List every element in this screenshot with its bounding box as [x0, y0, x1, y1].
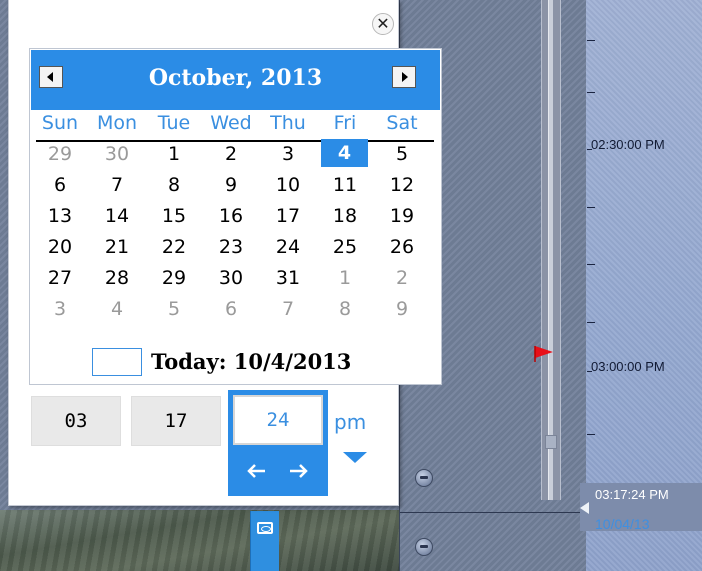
timeline-tick — [587, 40, 595, 41]
day-cell[interactable]: 8 — [319, 295, 371, 323]
close-button[interactable]: ✕ — [372, 13, 394, 35]
day-cell[interactable]: 8 — [148, 171, 200, 199]
seconds-panel: 24 — [228, 390, 328, 496]
day-cell[interactable]: 15 — [148, 202, 200, 230]
day-cell[interactable]: 7 — [91, 171, 143, 199]
scroll-up-icon[interactable] — [415, 538, 433, 556]
cursor-date-label: 10/04/13 — [595, 516, 650, 532]
day-cell[interactable]: 6 — [34, 171, 86, 199]
day-cell[interactable]: 17 — [262, 202, 314, 230]
day-cell[interactable]: 7 — [262, 295, 314, 323]
camera-button[interactable] — [250, 511, 279, 571]
day-cell[interactable]: 28 — [91, 264, 143, 292]
day-cell[interactable]: 23 — [205, 233, 257, 261]
scrollbar-thumb[interactable] — [545, 435, 557, 449]
timeline-label: 03:00:00 PM — [587, 359, 665, 374]
timeline-tick — [587, 207, 595, 208]
timeline-tick — [587, 264, 595, 265]
ampm-label[interactable]: pm — [334, 410, 366, 434]
day-cell[interactable]: 22 — [148, 233, 200, 261]
hours-field[interactable]: 03 — [31, 396, 121, 446]
day-cell[interactable]: 3 — [262, 140, 314, 168]
scroll-down-icon[interactable] — [415, 469, 433, 487]
increment-button[interactable] — [288, 460, 310, 482]
calendar-header: October, 2013 — [31, 50, 440, 110]
day-cell[interactable]: 6 — [205, 295, 257, 323]
timeline-label: 02:30:00 PM — [587, 137, 665, 152]
minutes-field[interactable]: 17 — [131, 396, 221, 446]
month-title: October, 2013 — [148, 65, 323, 91]
today-link[interactable]: Today: 10/4/2013 — [151, 349, 351, 374]
close-icon: ✕ — [376, 14, 390, 33]
day-cell[interactable]: 1 — [319, 264, 371, 292]
timeline-tick — [587, 92, 595, 93]
day-cell[interactable]: 16 — [205, 202, 257, 230]
day-cell[interactable]: 2 — [205, 140, 257, 168]
selected-day[interactable]: 4 — [321, 139, 368, 167]
weekday-label: Fri — [333, 112, 357, 134]
arrow-left-icon — [247, 464, 265, 478]
day-cell[interactable]: 27 — [34, 264, 86, 292]
day-cell[interactable]: 2 — [376, 264, 428, 292]
arrow-right-icon — [402, 72, 408, 82]
timeline-scrollbar[interactable] — [541, 0, 561, 500]
marker-flag-icon[interactable] — [533, 344, 555, 364]
day-cell[interactable]: 14 — [91, 202, 143, 230]
weekday-label: Thu — [270, 112, 306, 134]
seconds-field[interactable]: 24 — [233, 395, 323, 445]
cursor-time-label: 03:17:24 PM — [595, 487, 669, 502]
chevron-down-icon[interactable] — [343, 452, 367, 463]
day-cell[interactable]: 5 — [148, 295, 200, 323]
day-cell[interactable]: 26 — [376, 233, 428, 261]
weekday-label: Sun — [41, 112, 79, 134]
next-month-button[interactable] — [392, 66, 416, 88]
day-cell[interactable]: 18 — [319, 202, 371, 230]
day-cell[interactable]: 29 — [148, 264, 200, 292]
day-cell[interactable]: 10 — [262, 171, 314, 199]
day-cell[interactable]: 25 — [319, 233, 371, 261]
day-cell[interactable]: 19 — [376, 202, 428, 230]
day-cell[interactable]: 13 — [34, 202, 86, 230]
day-cell[interactable]: 12 — [376, 171, 428, 199]
day-cell[interactable]: 9 — [205, 171, 257, 199]
weekday-label: Mon — [96, 112, 138, 134]
day-cell[interactable]: 30 — [91, 140, 143, 168]
day-cell[interactable]: 20 — [34, 233, 86, 261]
day-cell[interactable]: 31 — [262, 264, 314, 292]
day-cell[interactable]: 30 — [205, 264, 257, 292]
timeline-tick — [587, 434, 595, 435]
weekday-label: Tue — [157, 112, 191, 134]
day-cell[interactable]: 9 — [376, 295, 428, 323]
day-cell[interactable]: 4 — [91, 295, 143, 323]
weekday-label: Wed — [210, 112, 252, 134]
day-cell[interactable]: 5 — [376, 140, 428, 168]
weekday-header: Sun Mon Tue Wed Thu Fri Sat — [36, 112, 434, 142]
day-cell[interactable]: 3 — [34, 295, 86, 323]
weekday-label: Sat — [386, 112, 418, 134]
day-cell[interactable]: 24 — [262, 233, 314, 261]
camera-icon — [257, 522, 273, 534]
arrow-right-icon — [290, 464, 308, 478]
divider — [400, 512, 586, 513]
day-cell[interactable]: 21 — [91, 233, 143, 261]
calendar: October, 2013 Sun Mon Tue Wed Thu Fri Sat 29 30… — [29, 48, 442, 385]
camera-thumbnail[interactable] — [0, 510, 400, 571]
day-cell[interactable]: 11 — [319, 171, 371, 199]
day-cell[interactable]: 1 — [148, 140, 200, 168]
day-cell[interactable]: 29 — [34, 140, 86, 168]
timeline-tick — [587, 322, 595, 323]
today-marker[interactable] — [92, 348, 142, 376]
decrement-button[interactable] — [245, 460, 267, 482]
